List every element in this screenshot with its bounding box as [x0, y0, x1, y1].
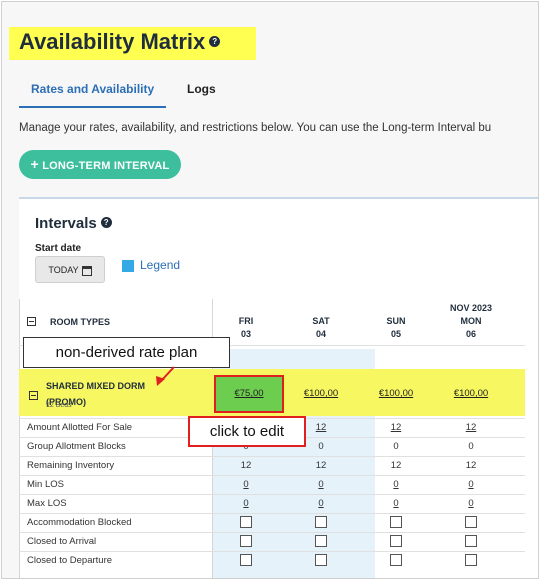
restriction-checkbox[interactable]	[240, 516, 252, 528]
row-divider	[19, 456, 525, 457]
editable-value[interactable]: 0	[291, 498, 351, 509]
tab-bar: Rates and Availability Logs	[19, 74, 538, 108]
day-number: 05	[390, 329, 401, 339]
row-divider	[19, 513, 525, 514]
grid-value: 0	[468, 441, 474, 452]
day-of-week: FRI	[238, 316, 254, 326]
row-divider	[19, 551, 525, 552]
rate-value[interactable]: €100,00	[441, 388, 501, 399]
editable-value[interactable]: 0	[366, 479, 426, 490]
restriction-checkbox[interactable]	[315, 516, 327, 528]
row-divider	[19, 532, 525, 533]
long-term-interval-label: LONG-TERM INTERVAL	[42, 160, 170, 172]
day-number: 06	[465, 329, 476, 339]
row-divider	[19, 494, 525, 495]
day-header-sat: SAT 04	[291, 315, 351, 341]
rate-value[interactable]: €100,00	[366, 388, 426, 399]
long-term-interval-button[interactable]: + LONG-TERM INTERVAL	[19, 150, 181, 179]
plus-icon: +	[30, 156, 39, 172]
row-label: Group Allotment Blocks	[27, 441, 126, 452]
tab-logs[interactable]: Logs	[187, 74, 216, 106]
day-number: 03	[240, 329, 251, 339]
day-header-mon: MON 06	[441, 315, 501, 341]
app-window: Availability Matrix? Rates and Availabil…	[1, 1, 539, 579]
today-label: TODAY	[48, 265, 79, 275]
editable-value[interactable]: 12	[366, 422, 426, 433]
row-label: Accommodation Blocked	[27, 517, 132, 528]
callout-click-to-edit: click to edit	[188, 416, 306, 447]
editable-value[interactable]: 0	[291, 479, 351, 490]
day-header-sun: SUN 05	[366, 315, 426, 341]
legend-link[interactable]: Legend	[140, 258, 180, 272]
editable-value[interactable]: 12	[441, 422, 501, 433]
editable-value[interactable]: 0	[216, 498, 276, 509]
restriction-checkbox[interactable]	[465, 535, 477, 547]
page-title-text: Availability Matrix	[19, 29, 206, 54]
restriction-checkbox[interactable]	[390, 516, 402, 528]
help-icon[interactable]: ?	[100, 216, 112, 228]
grid-value: 12	[315, 460, 327, 471]
day-number: 04	[315, 329, 326, 339]
collapse-room-icon[interactable]	[29, 391, 38, 400]
editable-value[interactable]: 0	[441, 498, 501, 509]
restriction-checkbox[interactable]	[315, 554, 327, 566]
restriction-checkbox[interactable]	[390, 554, 402, 566]
restriction-checkbox[interactable]	[240, 554, 252, 566]
restriction-checkbox[interactable]	[465, 516, 477, 528]
editable-value[interactable]: 0	[441, 479, 501, 490]
page-description: Manage your rates, availability, and res…	[19, 122, 492, 134]
intervals-heading: Intervals?	[35, 215, 112, 232]
calendar-icon	[81, 265, 92, 276]
day-of-week: MON	[460, 316, 482, 326]
editable-value[interactable]: 0	[216, 479, 276, 490]
restriction-checkbox[interactable]	[465, 554, 477, 566]
day-of-week: SUN	[386, 316, 406, 326]
help-icon[interactable]: ?	[209, 35, 221, 47]
restriction-checkbox[interactable]	[390, 535, 402, 547]
collapse-all-icon[interactable]	[27, 317, 36, 326]
room-name-line1: SHARED MIXED DORM	[46, 381, 146, 391]
rate-value[interactable]: €100,00	[291, 388, 351, 399]
rate-value[interactable]: €75,00	[219, 388, 279, 399]
grid-divider	[19, 299, 20, 578]
restriction-checkbox[interactable]	[315, 535, 327, 547]
grid-value: 12	[465, 460, 477, 471]
page-title: Availability Matrix?	[19, 29, 221, 55]
callout-arrow	[156, 366, 175, 386]
today-button[interactable]: TODAY	[35, 256, 105, 283]
row-label: Closed to Departure	[27, 555, 113, 566]
grid-value: 12	[390, 460, 402, 471]
day-of-week: SAT	[312, 316, 330, 326]
room-beds: 12 Beds	[46, 402, 72, 409]
intervals-title: Intervals	[35, 215, 97, 232]
restriction-checkbox[interactable]	[240, 535, 252, 547]
row-label: Max LOS	[27, 498, 67, 509]
tab-rates-and-availability[interactable]: Rates and Availability	[19, 74, 167, 108]
month-label: NOV 2023	[449, 303, 493, 313]
legend-color-swatch	[122, 260, 134, 272]
row-label: Closed to Arrival	[27, 536, 97, 547]
row-label: Remaining Inventory	[27, 460, 115, 471]
row-divider	[19, 475, 525, 476]
row-label: Amount Allotted For Sale	[27, 422, 133, 433]
room-types-header: ROOM TYPES	[50, 317, 111, 327]
grid-value: 12	[240, 460, 252, 471]
start-date-label: Start date	[35, 243, 82, 254]
grid-value: 0	[393, 441, 399, 452]
row-label: Min LOS	[27, 479, 64, 490]
editable-value[interactable]: 0	[366, 498, 426, 509]
callout-rate-plan: non-derived rate plan	[23, 337, 230, 368]
